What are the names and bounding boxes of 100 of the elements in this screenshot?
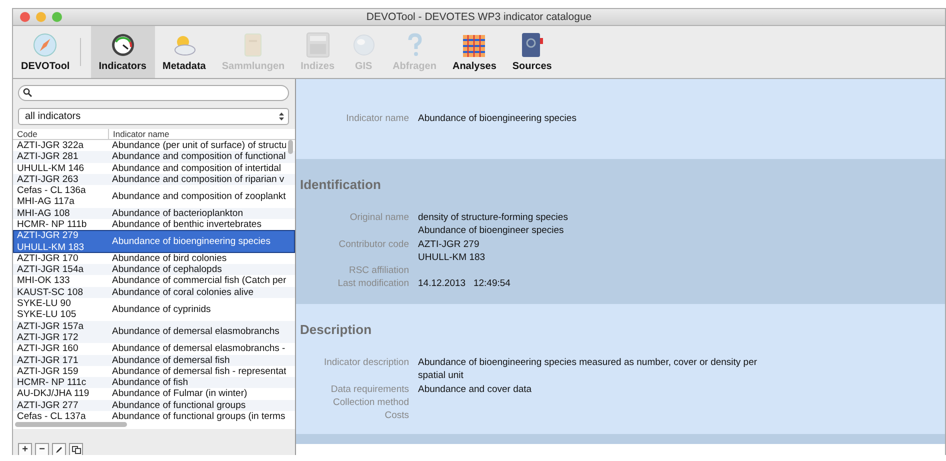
field-label: Original name [350, 211, 409, 225]
field-value: Abundance and cover data [418, 382, 532, 396]
section-heading: Identification [300, 176, 382, 193]
field-label: Indicator name [346, 112, 409, 126]
code-cell-text: HCMR- NP 111c [16, 377, 88, 388]
duplicate-button[interactable] [69, 443, 83, 455]
code-cell-text: SYKE-LU 90 SYKE-LU 105 [16, 298, 78, 321]
stepper-arrows-icon [279, 112, 284, 121]
name-cell-text: Abundance of demersal elasmobranchs [111, 326, 280, 338]
table-row[interactable]: HCMR- NP 111c Abundance of fish [13, 377, 295, 388]
code-cell-text: KAUST-SC 108 [16, 286, 84, 298]
field-value: Abundance of bioengineer species [418, 224, 564, 238]
list-button[interactable]: + [18, 443, 32, 455]
field-value: 14.12.2013 12:49:54 [418, 277, 510, 291]
name-cell-text: Abundance of cephalopds [111, 264, 223, 276]
search-field[interactable] [18, 85, 289, 101]
field-label: Collection method [332, 396, 409, 410]
field-label: Costs [384, 409, 409, 422]
code-cell-text: AZTI-JGR 160 [16, 343, 80, 355]
code-cell-text: AZTI-JGR 159 [16, 366, 80, 378]
toolbar-button[interactable]: Indicators [90, 26, 154, 78]
search-icon [23, 88, 32, 98]
field-value: density of structure-forming species [418, 211, 568, 224]
name-cell-text: Abundance of bacterioplankton [111, 208, 244, 219]
column-header[interactable]: Code [13, 128, 108, 139]
column-header[interactable]: Indicator name [108, 128, 295, 139]
table-row[interactable]: Cefas - CL 136a MHI-AG 117a Abundance and composition of zooplankt [13, 185, 295, 208]
name-cell-text: Abundance of functional groups [111, 400, 247, 412]
grid-icon [462, 34, 486, 58]
minimize-button[interactable] [36, 12, 46, 22]
table-row[interactable]: AU-DKJ/JHA 119 Abundance of Fulmar (in winter) [13, 388, 295, 400]
toolbar-button[interactable]: Metadata [154, 26, 214, 78]
code-cell-text: UHULL-KM 146 [16, 162, 86, 174]
name-cell-text: Abundance of commercial fish (Catch per [111, 275, 286, 287]
name-cell-text: Abundance of cyprinids [111, 304, 212, 315]
code-cell-text: AZTI-JGR 277 [16, 400, 80, 412]
name-cell-text: Abundance of demersal fish [111, 354, 231, 366]
field-label: RSC affiliation [348, 264, 409, 278]
list-button[interactable]: − [35, 443, 49, 455]
code-cell-text: Cefas - CL 136a MHI-AG 117a [16, 185, 87, 208]
table-row[interactable]: AZTI-JGR 171 Abundance of demersal fish [13, 354, 295, 366]
name-cell-text: Abundance of coral colonies alive [111, 286, 255, 298]
table-row[interactable]: AZTI-JGR 154a Abundance of cephalopds [13, 264, 295, 276]
code-cell-text: AZTI-JGR 279 UHULL-KM 183 [16, 230, 86, 253]
name-cell-text: Abundance of demersal fish - representat [111, 366, 286, 378]
name-cell-text: Abundance of benthic invertebrates [111, 218, 262, 230]
code-cell-text: AZTI-JGR 281 [16, 151, 80, 162]
code-cell-text: Cefas - CL 137a [16, 411, 87, 422]
field-value: Abundance of bioengineering species measured as number, cover or density per spatial unit [418, 356, 758, 383]
table-row[interactable]: KAUST-SC 108 Abundance of coral colonies alive [13, 286, 295, 298]
window-title: DEVOTool - DEVOTES WP3 indicator catalogue [366, 11, 592, 23]
name-cell-text: Abundance and composition of riparian v [111, 174, 286, 186]
code-cell-text: AU-DKJ/JHA 119 [16, 388, 90, 400]
table-row[interactable]: AZTI-JGR 281 Abundance and composition of functional [13, 151, 295, 162]
name-cell-text: Abundance of functional groups (in terms [111, 411, 286, 422]
close-button[interactable] [20, 12, 30, 22]
table-row[interactable]: AZTI-JGR 159 Abundance of demersal fish - representat [13, 366, 295, 378]
toolbar-button[interactable]: Sources [504, 26, 560, 78]
name-cell-text: Abundance and composition of intertidal [111, 162, 282, 174]
scrollbar-thumb[interactable] [15, 422, 127, 427]
table-row[interactable]: SYKE-LU 90 SYKE-LU 105 Abundance of cyprinids [13, 298, 295, 321]
table-row[interactable]: AZTI-JGR 277 Abundance of functional groups [13, 400, 295, 412]
table-row[interactable]: UHULL-KM 146 Abundance and composition of intertidal [13, 162, 295, 174]
field-label: Indicator description [324, 356, 409, 370]
table-row[interactable]: Cefas - CL 137a Abundance of functional groups (in terms [13, 411, 295, 422]
table-row[interactable]: AZTI-JGR 279 UHULL-KM 183 Abundance of bioengineering species [13, 230, 295, 253]
toolbar-button[interactable]: Analyses [444, 26, 504, 78]
table-row[interactable]: AZTI-JGR 160 Abundance of demersal elasmobranchs - [13, 343, 295, 355]
name-cell-text: Abundance of Fulmar (in winter) [111, 388, 248, 400]
table-row[interactable]: HCMR- NP 111b Abundance of benthic invertebrates [13, 218, 295, 230]
globe-icon [350, 32, 377, 58]
table-row[interactable]: AZTI-JGR 157a AZTI-JGR 172 Abundance of demersal elasmobranchs [13, 320, 295, 344]
book-icon [520, 32, 544, 58]
question-icon [406, 32, 423, 58]
table-row[interactable]: AZTI-JGR 263 Abundance and composition of riparian v [13, 174, 295, 186]
name-cell-text: Abundance of bioengineering species [111, 236, 272, 248]
filter-dropdown[interactable]: all indicators [18, 108, 289, 125]
pencil-icon [55, 446, 63, 454]
table-row[interactable]: MHI-OK 133 Abundance of commercial fish (Catch per [13, 275, 295, 287]
table-row[interactable]: AZTI-JGR 170 Abundance of bird colonies [13, 252, 295, 264]
scrollbar-thumb[interactable] [288, 140, 293, 154]
field-label: Contributor code [338, 238, 409, 252]
code-cell-text: AZTI-JGR 263 [16, 174, 80, 186]
calculator-icon [306, 32, 330, 58]
field-label: Data requirements [330, 382, 409, 396]
zoom-button[interactable] [52, 12, 62, 22]
code-cell-text: AZTI-JGR 170 [16, 252, 80, 264]
code-cell-text: HCMR- NP 111b [16, 218, 88, 230]
toolbar-button[interactable]: DEVOTool [13, 26, 78, 78]
table-row[interactable]: AZTI-JGR 322a Abundance (per unit of surface) of structu [13, 140, 295, 152]
code-cell-text: AZTI-JGR 154a [16, 264, 85, 276]
gauge-icon [110, 32, 136, 58]
table-row[interactable]: MHI-AG 108 Abundance of bacterioplankton [13, 208, 295, 219]
code-cell-text: AZTI-JGR 171 [16, 354, 80, 366]
field-value: Abundance of bioengineering species [418, 112, 576, 126]
name-cell-text: Abundance of bird colonies [111, 252, 228, 264]
code-cell-text: MHI-OK 133 [16, 275, 71, 287]
name-cell-text: Abundance of demersal elasmobranchs - [111, 343, 286, 355]
edit-button[interactable] [52, 443, 66, 455]
section-heading: Description [300, 321, 373, 338]
